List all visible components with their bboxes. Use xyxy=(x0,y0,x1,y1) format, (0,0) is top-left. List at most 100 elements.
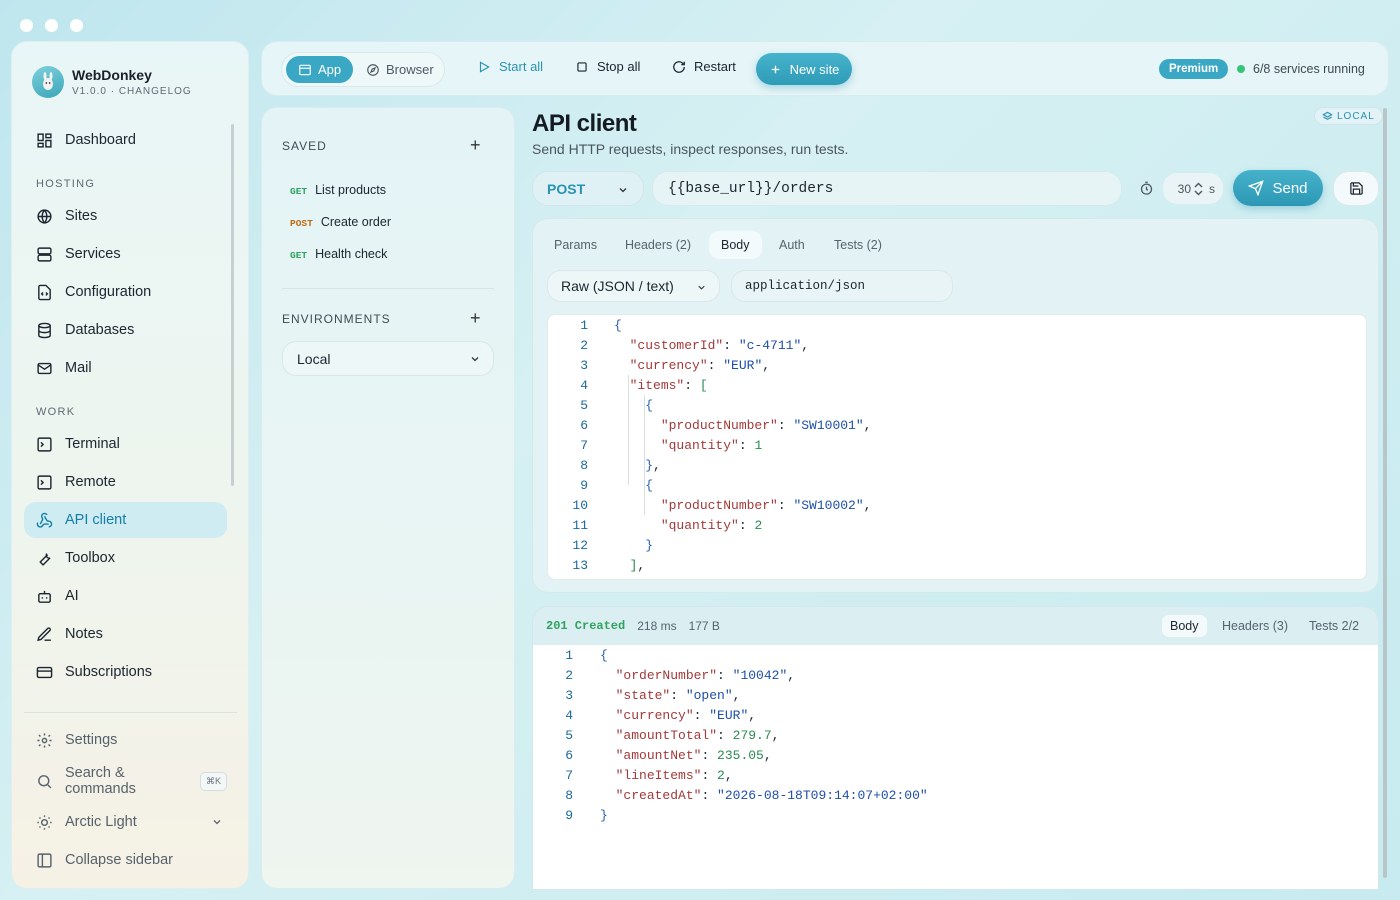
saved-requests-panel: SAVED + GET List products POST Create or… xyxy=(261,107,515,889)
sidebar-item-label: Remote xyxy=(65,474,116,490)
sidebar-item-sites[interactable]: Sites xyxy=(24,198,227,234)
sidebar-item-remote[interactable]: Remote xyxy=(24,464,227,500)
sidebar-item-label: Mail xyxy=(65,360,92,376)
window-zoom-dot[interactable] xyxy=(70,19,83,32)
code-line: 9 { xyxy=(548,475,1366,495)
stop-all-button[interactable]: Stop all xyxy=(575,59,640,74)
stop-all-label: Stop all xyxy=(597,59,641,74)
method-select[interactable]: POST xyxy=(532,171,644,206)
globe-icon xyxy=(37,208,52,224)
code-line: 10 "productNumber": "SW10002", xyxy=(548,495,1366,515)
request-name: Create order xyxy=(320,215,391,229)
code-line: 1{ xyxy=(533,645,1378,665)
saved-request-item[interactable]: POST Create order xyxy=(290,215,391,229)
request-body-editor[interactable]: 1{2 "customerId": "c-4711", 3 "currency":… xyxy=(547,314,1367,580)
start-all-label: Start all xyxy=(499,59,544,74)
sidebar-item-dashboard[interactable]: Dashboard xyxy=(24,122,227,158)
code-text: "productNumber": "SW10001", xyxy=(660,417,872,433)
changelog-link[interactable]: CHANGELOG xyxy=(119,86,192,97)
body-type-select[interactable]: Raw (JSON / text) xyxy=(547,270,720,302)
code-text: "quantity": 2 xyxy=(660,517,763,533)
tab-body[interactable]: Body xyxy=(709,231,762,259)
sidebar-item-search[interactable]: Search & commands ⌘K xyxy=(24,763,227,799)
chevron-down-icon xyxy=(619,188,627,193)
saved-request-item[interactable]: GET Health check xyxy=(290,247,387,261)
code-text: { xyxy=(645,477,654,493)
tab-tests[interactable]: Tests (2) xyxy=(822,231,894,259)
tab-headers[interactable]: Headers (2) xyxy=(613,231,703,259)
saved-request-item[interactable]: GET List products xyxy=(290,183,386,197)
sidebar-item-services[interactable]: Services xyxy=(24,236,227,272)
environment-select[interactable]: Local xyxy=(282,341,494,376)
code-text: "state": "open", xyxy=(615,687,741,703)
line-number: 10 xyxy=(572,497,588,513)
request-panel: Params Headers (2) Body Auth Tests (2) R… xyxy=(532,218,1379,593)
code-text: { xyxy=(614,317,622,333)
restart-button[interactable]: Restart xyxy=(672,59,736,74)
search-icon xyxy=(38,774,52,788)
theme-select[interactable]: Arctic Light xyxy=(24,804,227,840)
sidebar-item-settings[interactable]: Settings xyxy=(24,722,227,758)
content-type-input[interactable]: application/json xyxy=(731,270,953,302)
line-number: 1 xyxy=(565,647,573,663)
premium-badge[interactable]: Premium xyxy=(1159,59,1229,79)
terminal-icon xyxy=(37,474,52,490)
status-dot xyxy=(1237,65,1245,73)
line-number: 14 xyxy=(548,578,588,580)
shortcut-badge: ⌘K xyxy=(199,771,227,791)
restart-icon xyxy=(673,60,685,73)
add-environment-button[interactable]: + xyxy=(470,309,481,327)
window-icon xyxy=(299,64,311,75)
sidebar-item-subscriptions[interactable]: Subscriptions xyxy=(24,654,227,690)
sidebar-item-mail[interactable]: Mail xyxy=(24,350,227,386)
url-input[interactable]: {{base_url}}/orders xyxy=(652,171,1122,206)
save-request-button[interactable] xyxy=(1333,171,1379,206)
sidebar-item-toolbox[interactable]: Toolbox xyxy=(24,540,227,576)
restart-label: Restart xyxy=(694,59,736,74)
code-text: { xyxy=(645,397,654,413)
code-text: } xyxy=(600,807,608,823)
response-tab-body[interactable]: Body xyxy=(1162,615,1207,637)
line-number: 7 xyxy=(565,767,573,783)
response-tab-headers[interactable]: Headers (3) xyxy=(1214,615,1296,637)
save-icon xyxy=(1349,182,1363,195)
start-all-button[interactable]: Start all xyxy=(477,59,543,74)
sidebar-item-notes[interactable]: Notes xyxy=(24,616,227,652)
sidebar-item-terminal[interactable]: Terminal xyxy=(24,426,227,462)
panel-divider xyxy=(282,288,494,289)
page-title: API client xyxy=(532,110,637,137)
line-number: 3 xyxy=(565,687,573,703)
response-time: 218 ms xyxy=(637,619,677,633)
main-scrollbar[interactable] xyxy=(1383,108,1387,878)
sidebar-scrollbar[interactable] xyxy=(231,124,234,486)
timeout-stepper[interactable]: 30 s xyxy=(1163,173,1223,204)
chevron-down-icon xyxy=(471,357,479,362)
response-panel: 201 Created 218 ms 177 B Body Headers (3… xyxy=(532,606,1379,890)
code-text: } xyxy=(645,537,654,553)
sidebar-item-label: Configuration xyxy=(65,284,152,300)
app-view-button[interactable]: App xyxy=(286,56,354,83)
browser-view-button[interactable]: Browser xyxy=(354,56,446,83)
environments-title: ENVIRONMENTS xyxy=(282,312,391,326)
sidebar-divider xyxy=(24,712,237,713)
sidebar-item-ai[interactable]: AI xyxy=(24,578,227,614)
indent-guide xyxy=(644,475,645,515)
terminal-icon xyxy=(37,436,52,452)
services-status-text: 6/8 services running xyxy=(1253,62,1365,76)
tab-params[interactable]: Params xyxy=(542,231,609,259)
add-saved-request-button[interactable]: + xyxy=(470,136,481,154)
stepper-arrows-icon xyxy=(1194,182,1203,195)
line-number: 4 xyxy=(565,707,573,723)
window-minimize-dot[interactable] xyxy=(45,19,58,32)
collapse-sidebar-button[interactable]: Collapse sidebar xyxy=(24,842,227,878)
sidebar-item-api-client[interactable]: API client xyxy=(24,502,227,538)
response-tab-tests[interactable]: Tests 2/2 xyxy=(1301,615,1367,637)
send-button[interactable]: Send xyxy=(1233,170,1323,206)
window-close-dot[interactable] xyxy=(20,19,33,32)
sidebar-item-databases[interactable]: Databases xyxy=(24,312,227,348)
tab-auth[interactable]: Auth xyxy=(767,231,817,259)
line-number: 6 xyxy=(565,747,573,763)
sidebar-item-configuration[interactable]: Configuration xyxy=(24,274,227,310)
environment-badge: LOCAL xyxy=(1314,107,1383,125)
new-site-button[interactable]: New site xyxy=(756,53,852,85)
